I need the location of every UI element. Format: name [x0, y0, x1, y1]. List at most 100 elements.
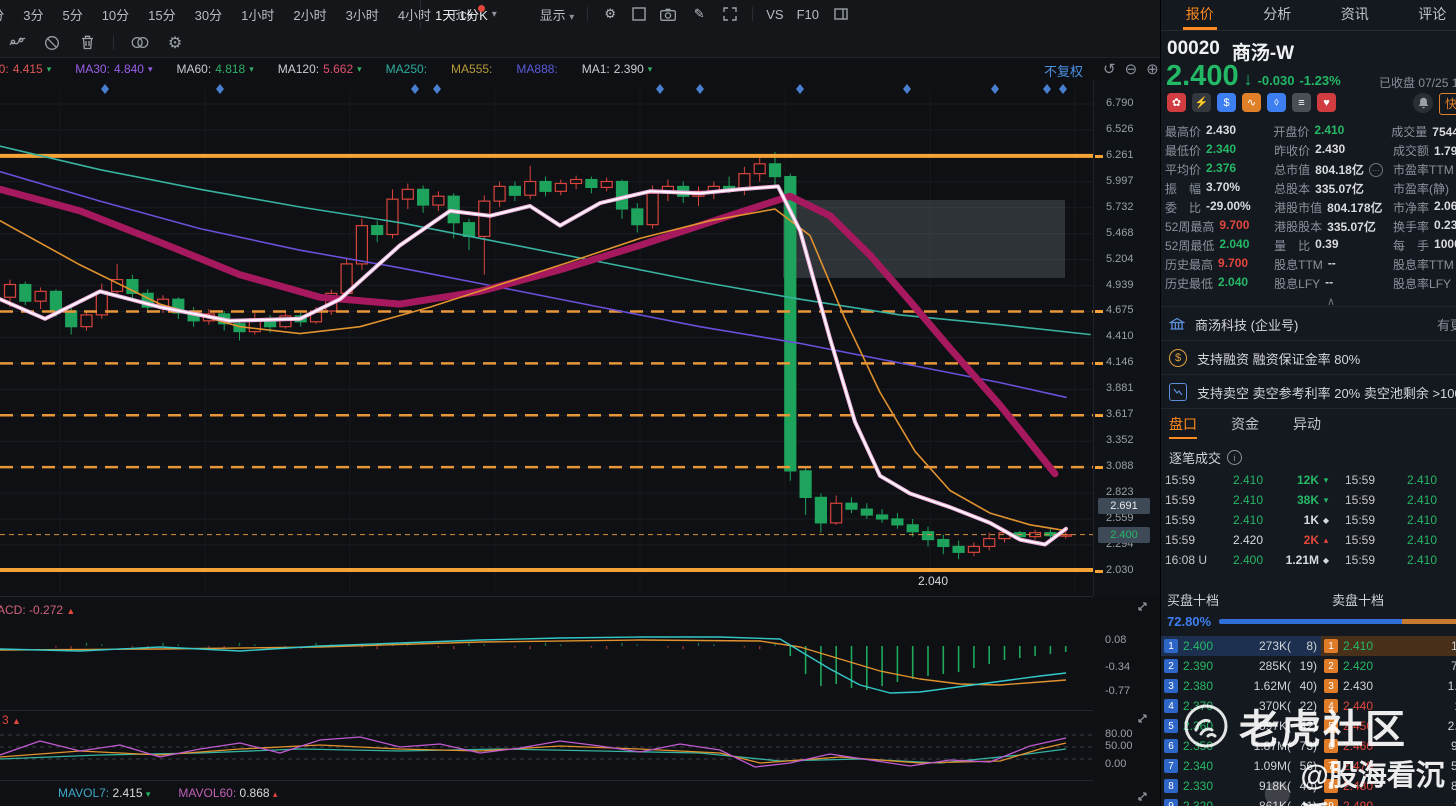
ask-cell[interactable]: 4 2.440 1.5	[1321, 696, 1456, 716]
fullscreen-icon[interactable]	[721, 5, 739, 23]
pane-resize-icon[interactable]	[1136, 712, 1149, 725]
pane-resize-icon[interactable]	[1136, 600, 1149, 613]
oscillator-pane[interactable]	[0, 710, 1093, 781]
zoom-in-icon[interactable]: ⊕	[1146, 60, 1159, 78]
ask-cell[interactable]: 6 2.460 927	[1321, 736, 1456, 756]
tab-报价[interactable]: 报价	[1161, 0, 1239, 30]
camera-icon[interactable]	[659, 5, 677, 23]
ma-indicator-item[interactable]: MA555:	[451, 62, 492, 76]
axis-tick-label: 5.204	[1106, 252, 1134, 265]
ma-indicator-item[interactable]: MA1: 2.390 ▾	[582, 62, 653, 76]
ma-indicator-item[interactable]: MA120: 5.662 ▾	[278, 62, 362, 76]
indicator-tool-icon[interactable]	[8, 34, 26, 52]
kline-type-selector[interactable]: 1天:1分K ▾	[420, 0, 497, 28]
stat-value: 1.79亿	[1434, 144, 1456, 158]
ma-indicator-item[interactable]: MA10:4.415▾	[0, 62, 51, 76]
bid-cell[interactable]: 5 2.360 597K(42)	[1161, 716, 1321, 736]
ma-indicator-item[interactable]: MA250:	[386, 62, 427, 76]
stat-item: 股息TTM --	[1274, 256, 1393, 273]
ask-cell[interactable]: 2 2.420 753	[1321, 656, 1456, 676]
f10-button[interactable]: F10	[797, 7, 819, 22]
bid-volume: 1.87M(	[1253, 739, 1291, 753]
axis-tick-label: 4.146	[1106, 356, 1134, 369]
bid-cell[interactable]: 6 2.350 1.87M(73)	[1161, 736, 1321, 756]
info-icon[interactable]: i	[1227, 450, 1243, 465]
bid-ask-ratio: 72.80%	[1167, 614, 1456, 629]
depth-row[interactable]: 8 2.330 918K(40) 8 2.480 826	[1161, 776, 1456, 796]
pane-resize-icon[interactable]	[1136, 790, 1149, 803]
ask-cell[interactable]: 3 2.430 1.15	[1321, 676, 1456, 696]
quick-order-button[interactable]: 快	[1439, 93, 1456, 115]
hide-drawings-icon[interactable]	[43, 34, 61, 52]
depth-row[interactable]: 5 2.360 597K(42) 5 2.450 2.21	[1161, 716, 1456, 736]
alert-bell-icon[interactable]	[1413, 93, 1433, 113]
depth-row[interactable]: 7 2.340 1.09M(56) 7 2.470 583	[1161, 756, 1456, 776]
bid-cell[interactable]: 8 2.330 918K(40)	[1161, 776, 1321, 796]
heart-icon[interactable]: ♥	[1317, 93, 1336, 112]
macd-pane[interactable]	[0, 596, 1093, 711]
compare-overlay-icon[interactable]	[131, 34, 149, 52]
display-dropdown[interactable]: 显示 ▾	[540, 5, 575, 24]
ma-indicator-item[interactable]: MA30: 4.840 ▾	[75, 62, 152, 76]
ratio-bar	[1219, 619, 1456, 624]
zoom-out-icon[interactable]: ⊖	[1125, 60, 1138, 78]
timeframe-tab[interactable]: 15分	[148, 5, 175, 24]
adjust-mode-toggle[interactable]: 不复权	[1044, 61, 1083, 80]
margin-banner[interactable]: $ 支持融资 融资保证金率 80%	[1169, 346, 1360, 370]
short-sell-banner[interactable]: 支持卖空 卖空参考利率 20% 卖空池剩余 >1000万	[1169, 380, 1456, 404]
settings-gear-icon[interactable]: ⚙	[166, 34, 184, 52]
ask-cell[interactable]: 1 2.410 102	[1321, 636, 1456, 656]
ask-cell[interactable]: 7 2.470 583	[1321, 756, 1456, 776]
depth-row[interactable]: 6 2.350 1.87M(73) 6 2.460 927	[1161, 736, 1456, 756]
timeframe-tab[interactable]: 2小时	[293, 5, 326, 24]
depth-row[interactable]: 2 2.390 285K(19) 2 2.420 753	[1161, 656, 1456, 676]
tab-分析[interactable]: 分析	[1239, 0, 1317, 30]
subtab-异动[interactable]: 异动	[1293, 414, 1321, 439]
undo-icon[interactable]: ↺	[1103, 60, 1116, 78]
ask-level-badge: 2	[1324, 659, 1338, 673]
bid-cell[interactable]: 3 2.380 1.62M(40)	[1161, 676, 1321, 696]
pencil-icon[interactable]: ✎	[690, 5, 708, 23]
gear-icon[interactable]: ⚙	[601, 5, 619, 23]
layout-panel-icon[interactable]	[832, 5, 850, 23]
depth-row[interactable]: 4 2.370 370K(22) 4 2.440 1.5	[1161, 696, 1456, 716]
trade-time: 15:59	[1345, 473, 1376, 487]
bid-cell[interactable]: 1 2.400 273K(8)	[1161, 636, 1321, 656]
timeframe-tab[interactable]: 10分	[102, 5, 129, 24]
timeframe-tab[interactable]: 1小时	[241, 5, 274, 24]
panel-tabs: 报价 分析 资讯 评论	[1161, 0, 1456, 31]
timeframe-tab[interactable]: 5分	[62, 5, 82, 24]
timeframe-tab[interactable]: 3分	[23, 5, 43, 24]
banner-text: 支持卖空 卖空参考利率 20% 卖空池剩余 >1000万	[1197, 385, 1456, 401]
ask-cell[interactable]: 9 2.490 1.9	[1321, 796, 1456, 806]
depth-row[interactable]: 3 2.380 1.62M(40) 3 2.430 1.15	[1161, 676, 1456, 696]
vs-compare-button[interactable]: VS	[766, 7, 783, 22]
main-candlestick-chart[interactable]: 2.040	[0, 80, 1093, 596]
ask-cell[interactable]: 8 2.480 826	[1321, 776, 1456, 796]
price-axis[interactable]: 6.790 6.526 6.261 5.997 5.732 5.468 5.204 4.939…	[1093, 80, 1161, 596]
tab-评论[interactable]: 评论	[1394, 0, 1456, 30]
chart-style-dropdown[interactable]	[632, 7, 646, 21]
bid-cell[interactable]: 4 2.370 370K(22)	[1161, 696, 1321, 716]
ma-indicator-item[interactable]: MA60: 4.818 ▾	[177, 62, 254, 76]
subtab-盘口[interactable]: 盘口	[1169, 414, 1197, 439]
timeframe-tab[interactable]: 3小时	[346, 5, 379, 24]
ma-indicator-item[interactable]: MA888:	[516, 62, 557, 76]
bid-cell[interactable]: 7 2.340 1.09M(56)	[1161, 756, 1321, 776]
bid-cell[interactable]: 9 2.320 861K(41)	[1161, 796, 1321, 806]
bid-cell[interactable]: 2 2.390 285K(19)	[1161, 656, 1321, 676]
ask-cell[interactable]: 5 2.450 2.21	[1321, 716, 1456, 736]
bid-volume: 285K(	[1258, 659, 1291, 673]
ask-level-badge: 7	[1324, 759, 1338, 773]
trash-icon[interactable]	[78, 34, 96, 52]
ma-value: 5.662	[323, 62, 354, 76]
depth-row[interactable]: 1 2.400 273K(8) 1 2.410 102	[1161, 636, 1456, 656]
depth-row[interactable]: 9 2.320 861K(41) 9 2.490 1.9	[1161, 796, 1456, 806]
timeframe-tab[interactable]: 30分	[195, 5, 222, 24]
timeframe-tab[interactable]: 1分	[0, 5, 4, 24]
ask-volume: 102	[1450, 639, 1456, 653]
tab-资讯[interactable]: 资讯	[1316, 0, 1394, 30]
subtab-资金[interactable]: 资金	[1231, 414, 1259, 439]
trade-direction-icon: ◆	[1322, 555, 1330, 565]
company-account-banner[interactable]: 商汤科技 (企业号) 有更新	[1169, 312, 1456, 336]
